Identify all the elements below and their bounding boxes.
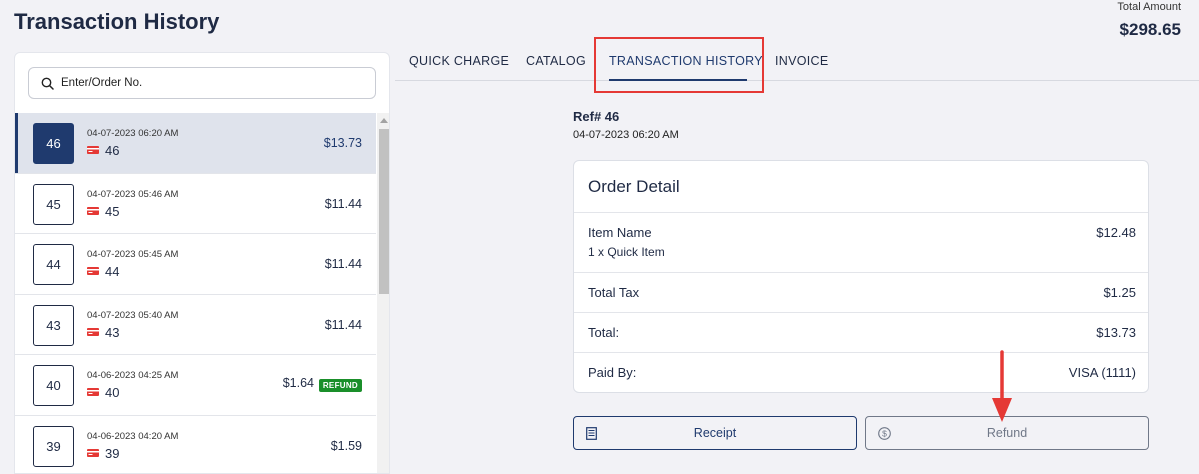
transaction-date: 04-06-2023 04:25 AM (87, 370, 179, 381)
transaction-number-box: 45 (33, 183, 74, 225)
tab-quick-charge[interactable]: QUICK CHARGE (409, 54, 509, 68)
transaction-date: 04-07-2023 06:20 AM (87, 128, 179, 139)
transaction-item[interactable]: 39 04-06-2023 04:20 AM 39 $1.59 (15, 415, 376, 473)
svg-text:$: $ (882, 429, 887, 439)
transaction-item[interactable]: 43 04-07-2023 05:40 AM 43 $11.44 (15, 294, 376, 355)
scroll-up-arrow-icon[interactable] (377, 113, 389, 127)
search-icon (41, 77, 54, 90)
transaction-date: 04-07-2023 05:40 AM (87, 309, 179, 321)
item-quantity-description: 1 x Quick Item (588, 245, 665, 259)
credit-card-icon (87, 267, 99, 275)
transaction-number-box: 40 (33, 365, 74, 406)
transaction-amount: $11.44 (324, 317, 362, 332)
total-amount-value: $298.65 (1119, 20, 1181, 39)
transaction-number-box: 43 (33, 304, 74, 346)
receipt-icon (586, 427, 597, 440)
total-amount-label: Total Amount (1117, 1, 1181, 13)
transaction-ref: 40 (105, 385, 120, 400)
order-paid-row: Paid By: VISA (1111) (574, 352, 1148, 392)
credit-card-icon (87, 146, 99, 154)
credit-card-icon (87, 388, 99, 396)
tab-bar: QUICK CHARGE CATALOG TRANSACTION HISTORY… (395, 40, 1199, 81)
refund-button-label: Refund (986, 426, 1028, 440)
dollar-circle-icon: $ (878, 427, 891, 440)
tab-catalog[interactable]: CATALOG (526, 54, 586, 68)
receipt-button[interactable]: Receipt (573, 416, 857, 450)
order-detail-card: Order Detail Item Name $12.48 1 x Quick … (573, 160, 1149, 393)
detail-ref-number: Ref# 46 (573, 109, 620, 124)
order-total-value: $13.73 (1096, 325, 1136, 340)
detail-date: 04-07-2023 06:20 AM (573, 129, 679, 141)
credit-card-icon (87, 206, 99, 215)
transaction-number-box: 39 (33, 425, 74, 467)
transaction-item[interactable]: 44 04-07-2023 05:45 AM 44 $11.44 (15, 234, 376, 295)
transaction-list-panel: 46 04-07-2023 06:20 AM 46 $13.73 45 04-0… (14, 52, 390, 474)
page-title: Transaction History (14, 9, 220, 34)
order-total-label: Total: (588, 325, 620, 340)
paid-by-value: VISA (1111) (1068, 365, 1136, 380)
order-tax-row: Total Tax $1.25 (574, 272, 1148, 312)
receipt-button-label: Receipt (693, 426, 737, 440)
search-input[interactable] (61, 77, 361, 89)
order-total-row: Total: $13.73 (574, 312, 1148, 352)
transaction-list: 46 04-07-2023 06:20 AM 46 $13.73 45 04-0… (15, 113, 376, 473)
transaction-ref: 46 (105, 143, 120, 158)
transaction-item[interactable]: 46 04-07-2023 06:20 AM 46 $13.73 (15, 113, 376, 174)
item-price: $12.48 (1096, 225, 1136, 240)
transaction-item[interactable]: 40 04-06-2023 04:25 AM 40 $1.64 REFUND (15, 355, 376, 416)
item-name-label: Item Name (588, 225, 652, 240)
annotation-highlight-box (594, 37, 764, 93)
order-detail-title: Order Detail (588, 177, 680, 196)
transaction-amount: $1.64 (282, 376, 314, 390)
total-tax-label: Total Tax (588, 285, 640, 300)
transaction-ref: 43 (105, 324, 120, 340)
transaction-date: 04-06-2023 04:20 AM (87, 430, 179, 442)
transaction-number-box: 46 (33, 123, 74, 164)
transaction-ref: 44 (105, 264, 120, 279)
total-tax-value: $1.25 (1103, 285, 1136, 300)
tab-invoice[interactable]: INVOICE (775, 54, 829, 68)
transaction-item[interactable]: 45 04-07-2023 05:46 AM 45 $11.44 (15, 173, 376, 234)
paid-by-label: Paid By: (588, 365, 637, 380)
transaction-ref: 45 (105, 203, 120, 219)
scroll-thumb[interactable] (379, 129, 389, 294)
annotation-arrow-icon (992, 350, 1012, 422)
refund-badge: REFUND (318, 379, 362, 392)
transaction-amount: $1.59 (330, 438, 362, 453)
order-item-row: Item Name $12.48 1 x Quick Item (574, 212, 1148, 272)
transaction-amount: $11.44 (324, 257, 362, 271)
transaction-date: 04-07-2023 05:46 AM (87, 188, 179, 200)
transaction-amount: $13.73 (323, 136, 362, 150)
transaction-date: 04-07-2023 05:45 AM (87, 249, 179, 260)
credit-card-icon (87, 448, 99, 457)
search-box[interactable] (28, 67, 376, 99)
list-scrollbar[interactable] (377, 113, 389, 473)
transaction-number-box: 44 (33, 244, 74, 285)
total-amount-summary: Total Amount $298.65 (1117, 1, 1181, 40)
credit-card-icon (87, 327, 99, 336)
transaction-ref: 39 (105, 445, 120, 461)
transaction-amount: $11.44 (324, 196, 362, 211)
